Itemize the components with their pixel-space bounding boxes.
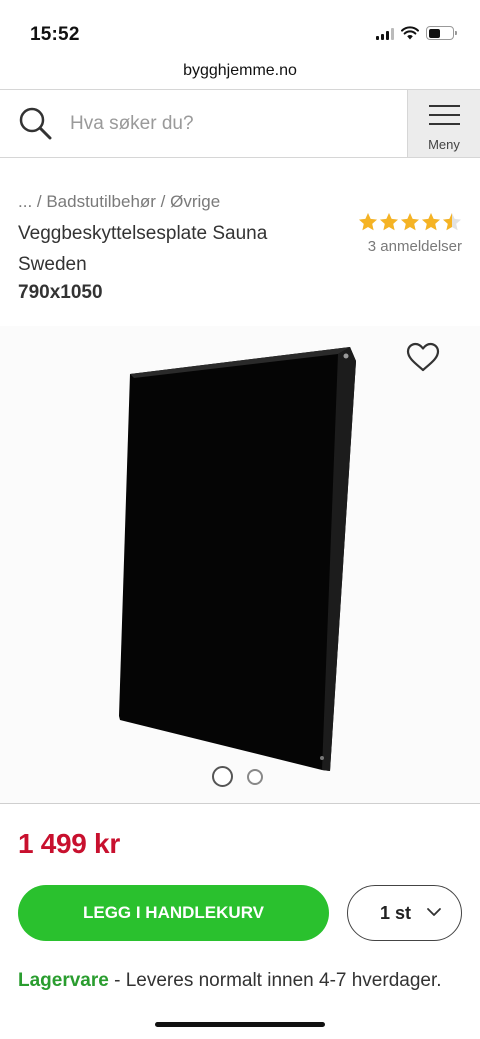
product-variant: 790x1050 xyxy=(18,282,103,303)
star-icon xyxy=(401,213,419,231)
product-image-gallery[interactable] xyxy=(0,326,480,804)
status-bar: 15:52 xyxy=(0,0,480,58)
star-icon xyxy=(359,213,377,231)
menu-button[interactable]: Meny xyxy=(407,90,480,157)
search-input[interactable] xyxy=(70,100,400,148)
search-icon[interactable] xyxy=(18,106,54,142)
hamburger-icon xyxy=(429,105,460,132)
cellular-signal-icon xyxy=(376,27,394,40)
quantity-select[interactable]: 1 st xyxy=(347,885,462,941)
status-icons xyxy=(376,26,457,40)
browser-url[interactable]: bygghjemme.no xyxy=(0,62,480,80)
delivery-text: - Leveres normalt innen 4-7 hverdager. xyxy=(108,970,442,991)
breadcrumb[interactable]: ... / Badstutilbehør / Øvrige xyxy=(18,192,220,212)
home-indicator xyxy=(155,1022,325,1027)
heart-icon[interactable] xyxy=(406,342,440,372)
status-time: 15:52 xyxy=(30,24,80,45)
add-to-cart-button[interactable]: LEGG I HANDLEKURV xyxy=(18,885,329,941)
image-pagination xyxy=(212,766,263,787)
image-dot-1[interactable] xyxy=(212,766,233,787)
product-rating[interactable]: 3 anmeldelser xyxy=(332,212,462,255)
wifi-icon xyxy=(401,26,419,40)
chevron-down-icon xyxy=(427,908,441,916)
site-header: Meny xyxy=(0,89,480,158)
quantity-value: 1 st xyxy=(380,903,412,923)
product-price: 1 499 kr xyxy=(18,828,120,859)
star-icon xyxy=(422,213,440,231)
stock-info: Lagervare - Leveres normalt innen 4-7 hv… xyxy=(18,965,458,996)
star-icon xyxy=(443,213,461,231)
rating-stars xyxy=(332,212,462,232)
product-image xyxy=(119,347,356,771)
stock-status: Lagervare xyxy=(18,970,109,991)
product-title: Veggbeskyttelsesplate Sauna Sweden xyxy=(18,223,268,275)
battery-icon xyxy=(426,26,457,40)
star-icon xyxy=(380,213,398,231)
review-count[interactable]: 3 anmeldelser xyxy=(332,238,462,255)
menu-label: Meny xyxy=(428,137,460,152)
image-dot-2[interactable] xyxy=(247,768,263,785)
